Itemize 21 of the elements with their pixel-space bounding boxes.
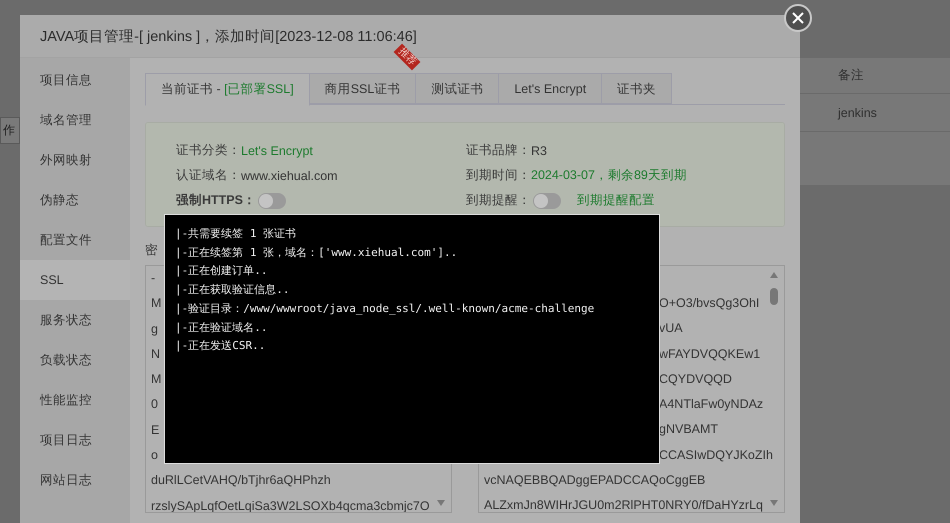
- field-label: 证书品牌：: [466, 142, 531, 159]
- field-label: 强制HTTPS：: [176, 192, 256, 209]
- log-line: |-正在续签第 1 张，域名：['www.xiehual.com']..: [175, 244, 458, 261]
- window-title: JAVA项目管理-[ jenkins ]，添加时间[2023-12-08 11:06:46]: [40, 28, 417, 46]
- field-value: Let's Encrypt: [241, 144, 313, 158]
- log-line: |-正在发送CSR..: [175, 338, 266, 354]
- field-value: R3: [531, 144, 547, 158]
- log-line: |-正在创建订单..: [175, 263, 268, 280]
- field-label: 认证域名：: [176, 167, 241, 184]
- log-line: |-正在验证域名..: [175, 320, 268, 336]
- key-label: 密: [145, 242, 158, 259]
- field-value: 2024-03-07，剩余89天到期: [531, 167, 687, 184]
- field-label: 到期时间：: [466, 167, 531, 184]
- log-line: |-验证目录：/www/wwwroot/java_node_ssl/.well-known/acme-challenge: [175, 300, 596, 317]
- column-header: 备注: [838, 67, 864, 84]
- table-cell: jenkins: [838, 106, 877, 120]
- field-label: 到期提醒：: [466, 192, 531, 209]
- field-value: www.xiehual.com: [241, 168, 338, 182]
- log-line: |-共需要续签 1 张证书: [175, 226, 298, 242]
- field-label: 证书分类：: [176, 142, 241, 159]
- log-line: |-正在获取验证信息..: [175, 282, 290, 298]
